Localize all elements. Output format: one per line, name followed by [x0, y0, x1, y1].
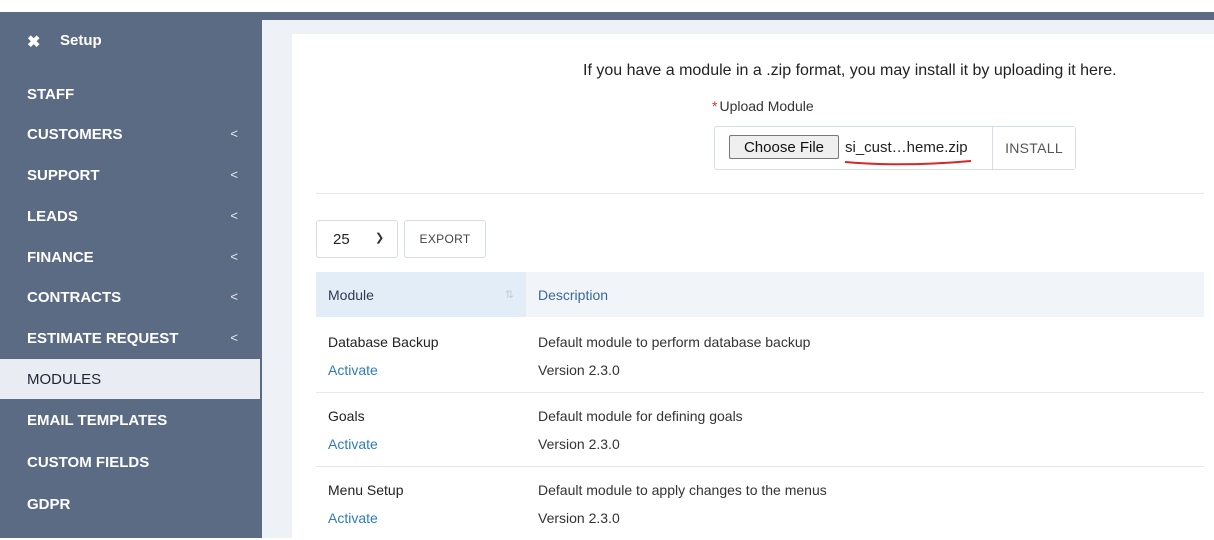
sidebar-item-label: ESTIMATE REQUEST — [27, 330, 179, 347]
module-description: Default module for defining goals — [538, 408, 743, 424]
chevron-left-icon: < — [230, 249, 238, 264]
module-name: Menu Setup — [328, 482, 404, 498]
table-row: Database Backup Activate Default module … — [316, 318, 1204, 393]
selected-filename: si_cust…heme.zip — [845, 139, 968, 156]
sidebar-item-setup[interactable]: ✖ Setup — [0, 20, 260, 60]
export-button[interactable]: EXPORT — [404, 220, 486, 258]
sidebar-item-label: LEADS — [27, 208, 78, 225]
sidebar-item-contracts[interactable]: CONTRACTS < — [0, 277, 260, 317]
module-description: Default module to apply changes to the m… — [538, 482, 827, 498]
sidebar-item-label: CUSTOM FIELDS — [27, 454, 150, 471]
sidebar-item-estimate-request[interactable]: ESTIMATE REQUEST < — [0, 318, 260, 358]
sidebar-item-label: CUSTOMERS — [27, 126, 123, 143]
sidebar-item-leads[interactable]: LEADS < — [0, 196, 260, 236]
module-description: Default module to perform database backu… — [538, 334, 811, 350]
sidebar-item-label: STAFF — [27, 86, 75, 103]
sidebar-item-label: CONTRACTS — [27, 289, 122, 306]
sidebar-item-email-templates[interactable]: EMAIL TEMPLATES — [0, 400, 260, 440]
sidebar-item-customers[interactable]: CUSTOMERS < — [0, 114, 260, 154]
sidebar-item-label: MODULES — [27, 371, 102, 388]
sidebar: ✖ Setup STAFF CUSTOMERS < SUPPORT < LEAD… — [0, 20, 262, 538]
sidebar-item-staff[interactable]: STAFF — [0, 74, 260, 114]
module-name: Goals — [328, 408, 365, 424]
upload-group: Choose File si_cust…heme.zip INSTALL — [714, 126, 1076, 170]
module-version: Version 2.3.0 — [538, 436, 620, 452]
chevron-left-icon: < — [230, 167, 238, 182]
sidebar-item-label: SUPPORT — [27, 167, 100, 184]
sidebar-item-support[interactable]: SUPPORT < — [0, 155, 260, 195]
sidebar-item-label: FINANCE — [27, 249, 94, 266]
module-name: Database Backup — [328, 334, 439, 350]
choose-file-button[interactable]: Choose File — [729, 135, 839, 159]
chevron-left-icon: < — [230, 208, 238, 223]
install-button[interactable]: INSTALL — [992, 127, 1075, 169]
chevron-left-icon: < — [230, 126, 238, 141]
divider — [316, 193, 1204, 194]
top-bar — [0, 12, 1214, 20]
sidebar-item-label: Setup — [60, 32, 102, 49]
chevron-left-icon: < — [230, 330, 238, 345]
sidebar-item-modules[interactable]: MODULES — [0, 359, 260, 399]
module-version: Version 2.3.0 — [538, 510, 620, 526]
module-version: Version 2.3.0 — [538, 362, 620, 378]
table-row: Menu Setup Activate Default module to ap… — [316, 466, 1204, 540]
per-page-value: 25 — [333, 231, 350, 248]
upload-label-text: Upload Module — [719, 98, 814, 114]
chevron-down-icon: ❯ — [375, 232, 385, 244]
table-header: Module ⇅ Description — [316, 272, 1204, 317]
activate-link[interactable]: Activate — [328, 510, 378, 526]
sidebar-item-label: EMAIL TEMPLATES — [27, 412, 168, 429]
column-header-label: Module — [328, 287, 374, 303]
sidebar-item-gdpr[interactable]: GDPR — [0, 484, 260, 524]
sidebar-item-label: GDPR — [27, 496, 71, 513]
activate-link[interactable]: Activate — [328, 436, 378, 452]
sidebar-item-custom-fields[interactable]: CUSTOM FIELDS — [0, 442, 260, 482]
required-mark: * — [712, 98, 718, 114]
upload-info-text: If you have a module in a .zip format, y… — [583, 62, 1117, 79]
chevron-left-icon: < — [230, 289, 238, 304]
close-icon[interactable]: ✖ — [27, 32, 40, 52]
sort-icon[interactable]: ⇅ — [505, 288, 514, 301]
sidebar-item-finance[interactable]: FINANCE < — [0, 237, 260, 277]
column-header-module[interactable]: Module ⇅ — [316, 272, 526, 317]
column-header-description[interactable]: Description — [538, 287, 608, 303]
per-page-select[interactable]: 25 ❯ — [316, 220, 398, 258]
table-row: Goals Activate Default module for defini… — [316, 392, 1204, 467]
filename-underline-annotation — [844, 160, 972, 166]
upload-module-label: * Upload Module — [712, 98, 814, 114]
activate-link[interactable]: Activate — [328, 362, 378, 378]
